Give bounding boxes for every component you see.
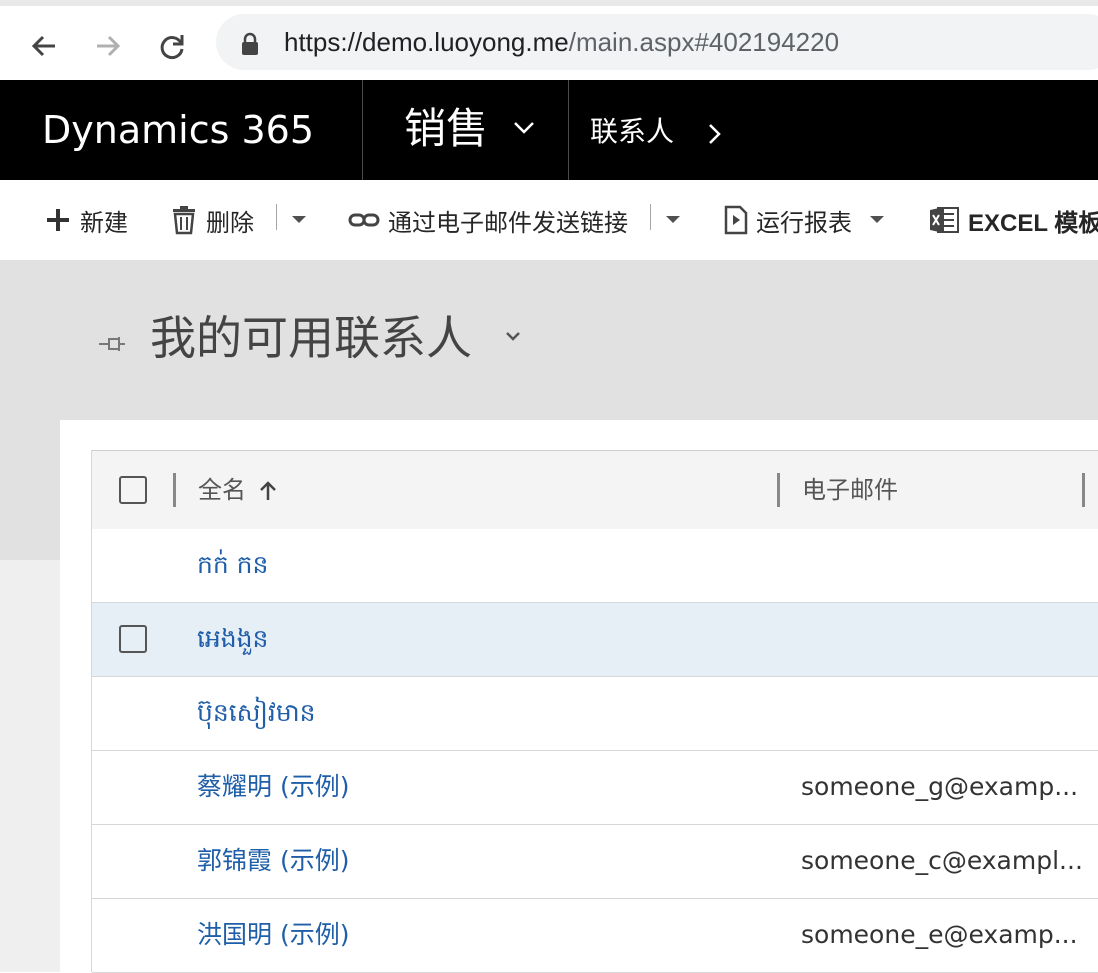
table-row[interactable]: ប៊ុនសៀវមាន bbox=[92, 677, 1098, 751]
column-divider bbox=[173, 473, 176, 507]
reload-icon bbox=[160, 35, 184, 59]
column-header-fullname[interactable]: 全名 bbox=[198, 473, 278, 507]
arrow-left-icon bbox=[31, 35, 55, 57]
url-text: https://demo.luoyong.me/main.aspx#402194… bbox=[284, 24, 839, 60]
link-icon bbox=[348, 210, 380, 230]
email-link-button[interactable]: 通过电子邮件发送链接 bbox=[348, 200, 628, 240]
contact-name-link[interactable]: 蔡耀明 (示例) bbox=[197, 769, 349, 805]
chevron-right-icon[interactable] bbox=[706, 122, 722, 146]
command-bar: 新建 删除 通过电子邮件发送链接 运行报表 EXCEL 模板 bbox=[0, 180, 1098, 260]
column-divider bbox=[777, 473, 780, 507]
column-divider bbox=[1082, 473, 1085, 507]
excel-templates-label: EXCEL 模板 bbox=[968, 209, 1098, 237]
arrow-right-icon bbox=[97, 35, 121, 57]
contact-email: someone_g@examp... bbox=[801, 772, 1079, 801]
pin-icon[interactable] bbox=[98, 334, 128, 354]
app-navigation-bar: Dynamics 365 销售 联系人 bbox=[0, 80, 1098, 180]
app-brand[interactable]: Dynamics 365 bbox=[42, 106, 314, 154]
address-bar[interactable]: https://demo.luoyong.me/main.aspx#402194… bbox=[216, 14, 1098, 70]
contact-email: someone_e@examp... bbox=[801, 920, 1078, 949]
row-checkbox[interactable] bbox=[119, 625, 147, 653]
arrow-up-icon bbox=[259, 481, 276, 500]
contact-name-link[interactable]: កក់ កន bbox=[197, 547, 268, 583]
chevron-down-icon[interactable] bbox=[512, 120, 536, 136]
table-row[interactable]: អេងងួន bbox=[92, 603, 1098, 677]
run-report-label: 运行报表 bbox=[756, 208, 852, 237]
forward-button[interactable] bbox=[88, 26, 128, 66]
trash-icon bbox=[170, 205, 198, 235]
delete-button[interactable]: 删除 bbox=[170, 200, 254, 240]
back-button[interactable] bbox=[24, 26, 64, 66]
excel-templates-button[interactable]: EXCEL 模板 bbox=[928, 200, 1098, 240]
table-row[interactable]: 蔡耀明 (示例) someone_g@examp... bbox=[92, 751, 1098, 825]
run-report-caret[interactable] bbox=[870, 216, 884, 223]
contact-email: someone_c@exampl... bbox=[801, 846, 1081, 875]
breadcrumb-contacts[interactable]: 联系人 bbox=[590, 114, 674, 150]
view-title[interactable]: 我的可用联系人 bbox=[150, 306, 472, 370]
contact-name-link[interactable]: 郭锦霞 (示例) bbox=[197, 843, 349, 879]
command-divider bbox=[276, 204, 277, 230]
module-selector[interactable]: 销售 bbox=[404, 102, 488, 156]
reload-button[interactable] bbox=[152, 26, 192, 66]
contact-name-link[interactable]: 洪国明 (示例) bbox=[197, 917, 349, 953]
url-host: https://demo.luoyong.me bbox=[284, 27, 569, 57]
contacts-grid: 全名 电子邮件 កក់ កន អេងងួន ប៊ុនសៀវមាន 蔡耀明 (示例… bbox=[91, 450, 1098, 973]
report-icon bbox=[724, 205, 748, 235]
grid-header: 全名 电子邮件 bbox=[92, 450, 1098, 530]
delete-more-caret[interactable] bbox=[292, 216, 306, 223]
chevron-down-icon[interactable] bbox=[504, 330, 522, 344]
email-link-label: 通过电子邮件发送链接 bbox=[388, 208, 628, 237]
column-header-fullname-label: 全名 bbox=[198, 476, 246, 504]
new-button[interactable]: 新建 bbox=[44, 200, 128, 240]
table-row[interactable]: 郭锦霞 (示例) someone_c@exampl... bbox=[92, 825, 1098, 899]
contact-name-link[interactable]: អេងងួន bbox=[197, 621, 268, 657]
table-row[interactable]: 洪国明 (示例) someone_e@examp... bbox=[92, 899, 1098, 973]
browser-toolbar: https://demo.luoyong.me/main.aspx#402194… bbox=[0, 6, 1098, 80]
plus-icon bbox=[44, 206, 72, 234]
new-label: 新建 bbox=[80, 208, 128, 237]
column-header-email[interactable]: 电子邮件 bbox=[802, 473, 898, 507]
select-all-checkbox[interactable] bbox=[119, 476, 147, 504]
table-row[interactable]: កក់ កន bbox=[92, 529, 1098, 603]
left-gutter bbox=[0, 560, 60, 972]
contact-name-link[interactable]: ប៊ុនសៀវមាន bbox=[197, 695, 316, 731]
nav-separator bbox=[568, 80, 569, 180]
url-path: /main.aspx#402194220 bbox=[568, 27, 840, 57]
run-report-button[interactable]: 运行报表 bbox=[724, 200, 852, 240]
email-link-more-caret[interactable] bbox=[666, 216, 680, 223]
delete-label: 删除 bbox=[206, 208, 254, 237]
nav-separator bbox=[362, 80, 363, 180]
command-divider bbox=[650, 204, 651, 230]
lock-icon bbox=[242, 32, 258, 55]
excel-icon bbox=[928, 204, 960, 236]
